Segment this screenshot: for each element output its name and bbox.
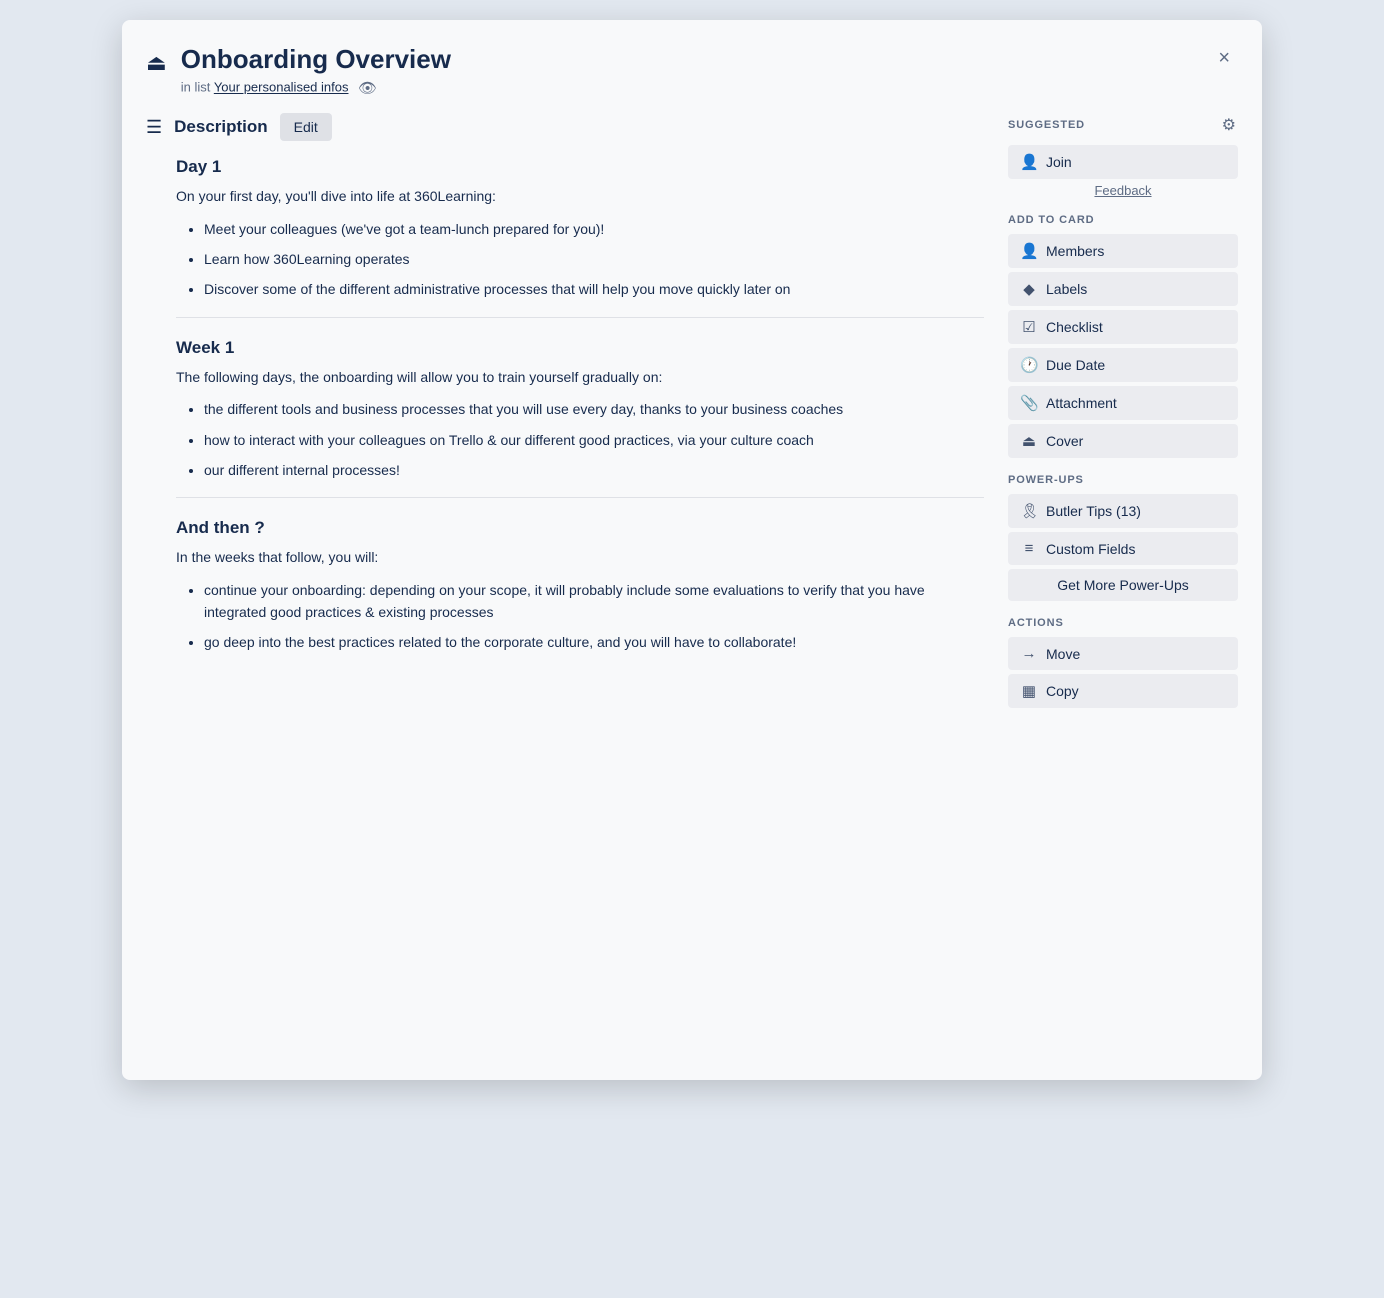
section-and-then-intro: In the weeks that follow, you will:: [176, 546, 984, 568]
list-item: how to interact with your colleagues on …: [204, 429, 984, 451]
list-item: Meet your colleagues (we've got a team-l…: [204, 218, 984, 240]
paperclip-icon: 📎: [1020, 394, 1038, 412]
custom-fields-icon: ≡: [1020, 540, 1038, 557]
description-icon: ☰: [146, 117, 162, 138]
get-more-powerups-button[interactable]: Get More Power-Ups: [1008, 569, 1238, 601]
custom-fields-label: Custom Fields: [1046, 541, 1135, 557]
add-to-card-title: ADD TO CARD: [1008, 214, 1238, 226]
join-label: Join: [1046, 154, 1072, 170]
due-date-button[interactable]: 🕐 Due Date: [1008, 348, 1238, 382]
copy-button[interactable]: ▦ Copy: [1008, 674, 1238, 708]
watch-icon[interactable]: 👁: [358, 79, 377, 97]
suggested-header: SUGGESTED ⚙: [1008, 113, 1238, 137]
move-label: Move: [1046, 646, 1080, 662]
labels-icon: ◆: [1020, 280, 1038, 298]
move-button[interactable]: → Move: [1008, 637, 1238, 670]
header-text: Onboarding Overview in list Your persona…: [181, 44, 1197, 97]
list-item: the different tools and business process…: [204, 398, 984, 420]
custom-fields-button[interactable]: ≡ Custom Fields: [1008, 532, 1238, 565]
list-item: go deep into the best practices related …: [204, 631, 984, 653]
card-title: Onboarding Overview: [181, 44, 1197, 75]
list-link[interactable]: Your personalised infos: [214, 80, 349, 95]
section-and-then-list: continue your onboarding: depending on y…: [176, 579, 984, 654]
gear-button[interactable]: ⚙: [1220, 113, 1238, 137]
clock-icon: 🕐: [1020, 356, 1038, 374]
card-modal: ⏏ Onboarding Overview in list Your perso…: [122, 20, 1262, 1080]
person-icon: 👤: [1020, 153, 1038, 171]
section-week1-list: the different tools and business process…: [176, 398, 984, 481]
divider-2: [176, 497, 984, 498]
section-and-then: And then ? In the weeks that follow, you…: [176, 518, 984, 654]
suggested-title: SUGGESTED: [1008, 119, 1085, 131]
divider-1: [176, 317, 984, 318]
description-content: Day 1 On your first day, you'll dive int…: [146, 157, 984, 654]
section-day1-title: Day 1: [176, 157, 984, 177]
butler-tips-button[interactable]: 🎗 Butler Tips (13): [1008, 494, 1238, 528]
attachment-button[interactable]: 📎 Attachment: [1008, 386, 1238, 420]
join-button[interactable]: 👤 Join: [1008, 145, 1238, 179]
checklist-icon: ☑: [1020, 318, 1038, 336]
copy-label: Copy: [1046, 683, 1079, 699]
members-label: Members: [1046, 243, 1104, 259]
actions-title: ACTIONS: [1008, 617, 1238, 629]
section-week1-title: Week 1: [176, 338, 984, 358]
section-week1-intro: The following days, the onboarding will …: [176, 366, 984, 388]
list-item: Learn how 360Learning operates: [204, 248, 984, 270]
list-item: continue your onboarding: depending on y…: [204, 579, 984, 624]
modal-header: ⏏ Onboarding Overview in list Your perso…: [122, 20, 1262, 97]
section-day1: Day 1 On your first day, you'll dive int…: [176, 157, 984, 301]
section-day1-list: Meet your colleagues (we've got a team-l…: [176, 218, 984, 301]
cover-label: Cover: [1046, 433, 1083, 449]
subtitle-prefix: in list: [181, 80, 211, 95]
members-icon: 👤: [1020, 242, 1038, 260]
description-header: ☰ Description Edit: [146, 113, 984, 141]
attachment-label: Attachment: [1046, 395, 1117, 411]
description-title: Description: [174, 117, 268, 137]
labels-button[interactable]: ◆ Labels: [1008, 272, 1238, 306]
powerups-title: POWER-UPS: [1008, 474, 1238, 486]
section-week1: Week 1 The following days, the onboardin…: [176, 338, 984, 482]
feedback-link[interactable]: Feedback: [1008, 183, 1238, 198]
card-subtitle: in list Your personalised infos 👁: [181, 79, 1197, 97]
list-item: Discover some of the different administr…: [204, 278, 984, 300]
butler-icon: 🎗: [1020, 502, 1038, 520]
due-date-label: Due Date: [1046, 357, 1105, 373]
modal-body: ☰ Description Edit Day 1 On your first d…: [122, 97, 1262, 1080]
section-day1-intro: On your first day, you'll dive into life…: [176, 185, 984, 207]
copy-icon: ▦: [1020, 682, 1038, 700]
card-icon: ⏏: [146, 50, 167, 76]
section-and-then-title: And then ?: [176, 518, 984, 538]
butler-label: Butler Tips (13): [1046, 503, 1141, 519]
cover-icon: ⏏: [1020, 432, 1038, 450]
members-button[interactable]: 👤 Members: [1008, 234, 1238, 268]
sidebar: SUGGESTED ⚙ 👤 Join Feedback ADD TO CARD …: [1008, 113, 1238, 1056]
main-content: ☰ Description Edit Day 1 On your first d…: [146, 113, 984, 1056]
arrow-icon: →: [1020, 645, 1038, 662]
checklist-button[interactable]: ☑ Checklist: [1008, 310, 1238, 344]
checklist-label: Checklist: [1046, 319, 1103, 335]
list-item: our different internal processes!: [204, 459, 984, 481]
close-button[interactable]: ×: [1210, 44, 1238, 72]
labels-label: Labels: [1046, 281, 1087, 297]
cover-button[interactable]: ⏏ Cover: [1008, 424, 1238, 458]
edit-description-button[interactable]: Edit: [280, 113, 332, 141]
